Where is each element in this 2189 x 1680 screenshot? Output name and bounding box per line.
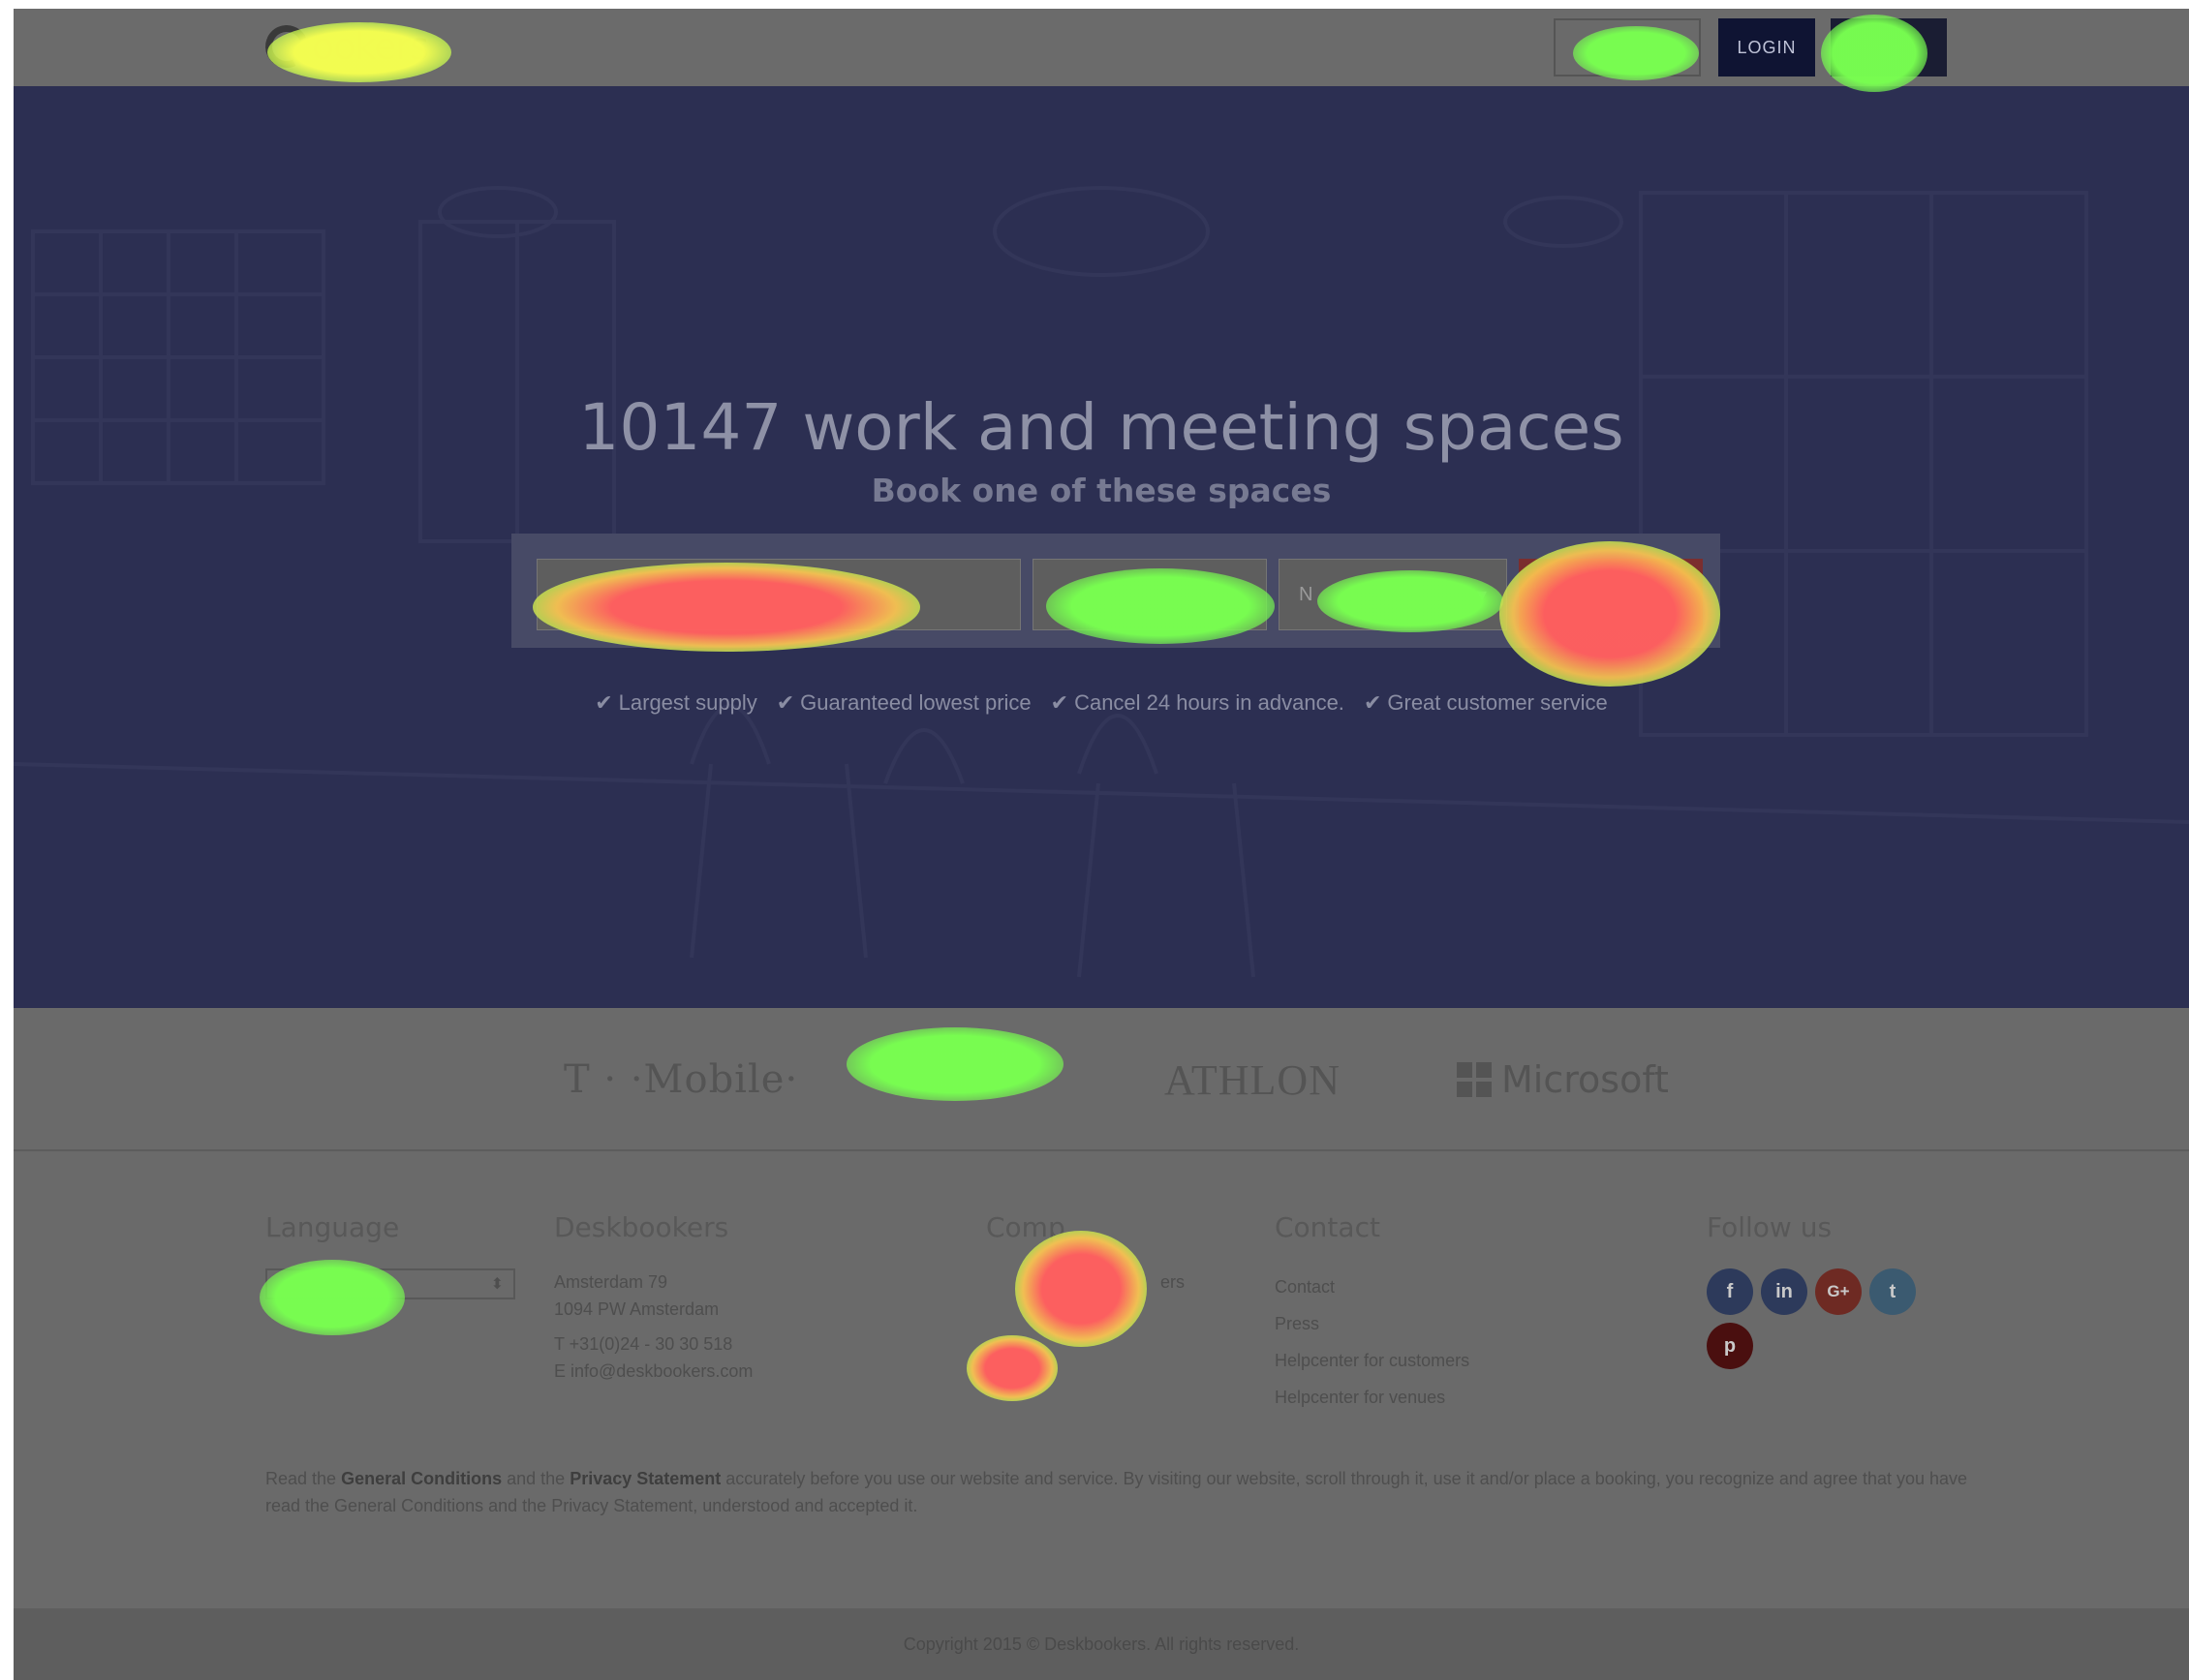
search-button[interactable] — [1519, 559, 1703, 630]
footer-follow-column: Follow us f in G+ t p — [1707, 1211, 1916, 1369]
check-icon: ✔ — [595, 690, 613, 715]
helpcenter-customers-link[interactable]: Helpcenter for customers — [1275, 1342, 1469, 1379]
follow-heading: Follow us — [1707, 1211, 1833, 1243]
location-input[interactable] — [537, 559, 1021, 630]
check-icon: ✔ — [1050, 690, 1069, 715]
usp-list: ✔ Largest supply ✔ Guaranteed lowest price… — [14, 690, 2189, 716]
top-navigation: ookers LOGIN — [14, 9, 2189, 86]
contact-heading: Contact — [1275, 1211, 1380, 1243]
helpcenter-venues-link[interactable]: Helpcenter for venues — [1275, 1379, 1469, 1416]
tmobile-logo: T · ·Mobile· — [564, 1057, 799, 1102]
microsoft-wordmark: Microsoft — [1501, 1058, 1669, 1101]
nav-button[interactable] — [1554, 18, 1701, 76]
deskbookers-heading: Deskbookers — [554, 1211, 729, 1243]
client-logos: T · ·Mobile· ATHLON Microsoft — [14, 1008, 2189, 1151]
microsoft-logo: Microsoft — [1457, 1049, 1669, 1111]
footer: Language ⬍ Deskbookers Amsterdam 79 1094… — [14, 1153, 2189, 1608]
linkedin-icon[interactable]: in — [1761, 1268, 1807, 1315]
press-link[interactable]: Press — [1275, 1305, 1469, 1342]
site-logo[interactable]: ookers — [259, 18, 429, 75]
address-line: Amsterdam 79 — [554, 1272, 668, 1292]
login-button[interactable]: LOGIN — [1718, 18, 1815, 76]
check-icon: ✔ — [1363, 690, 1382, 715]
check-icon: ✔ — [776, 690, 795, 715]
client-logo — [856, 1049, 1050, 1111]
hero-title: 10147 work and meeting spaces — [578, 390, 1624, 465]
usp-item: ✔ Cancel 24 hours in advance. — [1050, 690, 1344, 715]
facebook-icon[interactable]: f — [1707, 1268, 1753, 1315]
footer-contact-column: Contact Contact Press Helpcenter for cus… — [1275, 1211, 1469, 1416]
footer-company-column: Comp ers — [986, 1211, 1185, 1296]
address-line: 1094 PW Amsterdam — [554, 1299, 720, 1319]
footer-language-column: Language ⬍ — [265, 1211, 515, 1299]
copyright-text: Copyright 2015 © Deskbookers. All rights… — [903, 1634, 1300, 1654]
language-heading: Language — [265, 1211, 400, 1243]
company-heading: Comp — [986, 1211, 1065, 1243]
google-plus-icon[interactable]: G+ — [1815, 1268, 1862, 1315]
language-select[interactable]: ⬍ — [265, 1268, 515, 1299]
space-type-select[interactable]: N ▾ — [1279, 559, 1507, 630]
legal-notice: Read the General Conditions and the Priv… — [265, 1469, 1968, 1515]
chevron-down-icon: ▾ — [1476, 584, 1487, 606]
usp-item: ✔ Great customer service — [1363, 690, 1608, 715]
usp-item: ✔ Largest supply — [595, 690, 757, 715]
phone-text: T +31(0)24 - 30 30 518 — [554, 1334, 733, 1354]
company-link[interactable]: ers — [986, 1268, 1185, 1296]
page-frame: ookers LOGIN 10147 work and meeting spac… — [14, 9, 2189, 1680]
logo-mark-icon — [259, 18, 315, 75]
twitter-icon[interactable]: t — [1869, 1268, 1916, 1315]
email-link[interactable]: E info@deskbookers.com — [554, 1358, 753, 1385]
windows-icon — [1457, 1062, 1492, 1097]
usp-item: ✔ Guaranteed lowest price — [776, 690, 1032, 715]
pinterest-icon[interactable]: p — [1707, 1323, 1753, 1369]
social-links: f in G+ t p — [1707, 1268, 1916, 1369]
hero-section: 10147 work and meeting spaces Book one o… — [14, 86, 2189, 1008]
copyright-bar: Copyright 2015 © Deskbookers. All rights… — [14, 1608, 2189, 1680]
logo-text: ookers — [312, 25, 429, 68]
footer-deskbookers-column: Deskbookers Amsterdam 79 1094 PW Amsterd… — [554, 1211, 753, 1385]
contact-link[interactable]: Contact — [1275, 1268, 1469, 1305]
athlon-logo: ATHLON — [1164, 1055, 1341, 1104]
general-conditions-link[interactable]: General Conditions — [341, 1469, 502, 1488]
privacy-statement-link[interactable]: Privacy Statement — [570, 1469, 721, 1488]
date-input[interactable] — [1033, 559, 1267, 630]
select-prefix: N — [1299, 583, 1313, 605]
signup-button[interactable] — [1831, 18, 1947, 76]
select-arrows-icon: ⬍ — [490, 1276, 504, 1293]
hero-subtitle: Book one of these spaces — [871, 472, 1332, 509]
